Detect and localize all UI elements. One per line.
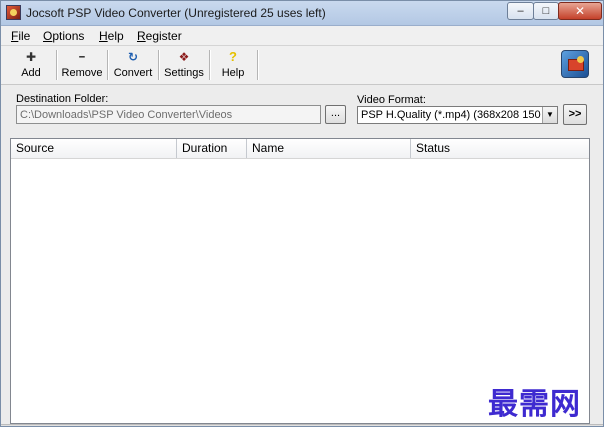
column-header-name[interactable]: Name — [247, 139, 411, 158]
toolbar-divider — [209, 50, 211, 80]
toolbar-divider — [158, 50, 160, 80]
video-format-label: Video Format: — [357, 94, 426, 106]
toolbar-divider — [56, 50, 58, 80]
minus-icon: ━ — [79, 52, 85, 62]
maximize-button[interactable]: □ — [533, 2, 559, 20]
column-header-duration[interactable]: Duration — [177, 139, 247, 158]
column-header-source[interactable]: Source — [11, 139, 177, 158]
minimize-button[interactable]: – — [507, 2, 534, 20]
chevron-down-icon[interactable]: ▼ — [542, 107, 557, 123]
menu-register[interactable]: Register — [137, 29, 182, 43]
video-format-value: PSP H.Quality (*.mp4) (368x208 1500 Kbs) — [361, 109, 541, 121]
plus-icon: ✚ — [25, 50, 37, 64]
settings-button[interactable]: ❖ Settings — [162, 48, 206, 82]
question-icon: ? — [229, 49, 237, 64]
watermark: 最需网 — [488, 387, 581, 422]
destination-folder-label: Destination Folder: — [16, 93, 109, 105]
list-header: Source Duration Name Status — [11, 139, 589, 159]
help-button-label: Help — [221, 67, 245, 79]
title-bar[interactable]: Jocsoft PSP Video Converter (Unregistere… — [1, 1, 603, 26]
jocsoft-logo-icon[interactable] — [561, 50, 589, 78]
close-button[interactable]: ✕ — [558, 2, 602, 20]
toolbar-divider — [257, 50, 259, 80]
convert-button-label: Convert — [113, 67, 153, 79]
destination-folder-input[interactable] — [16, 105, 321, 124]
app-icon[interactable] — [6, 5, 21, 20]
toolbar: ✚ Add ━ Remove ↻ Convert ❖ Settings ? He… — [1, 46, 603, 85]
menu-options[interactable]: Options — [43, 29, 84, 43]
add-button-label: Add — [21, 67, 41, 79]
main-window: Jocsoft PSP Video Converter (Unregistere… — [0, 0, 604, 427]
convert-button[interactable]: ↻ Convert — [111, 48, 155, 82]
settings-button-label: Settings — [164, 67, 204, 79]
refresh-icon: ↻ — [127, 50, 139, 64]
add-button[interactable]: ✚ Add — [9, 48, 53, 82]
menu-bar: File Options Help Register — [1, 26, 603, 46]
toolbar-divider — [107, 50, 109, 80]
video-format-select[interactable]: PSP H.Quality (*.mp4) (368x208 1500 Kbs)… — [357, 106, 558, 124]
menu-help[interactable]: Help — [99, 29, 124, 43]
menu-file[interactable]: File — [11, 29, 30, 43]
browse-button[interactable]: ... — [325, 105, 346, 124]
window-title: Jocsoft PSP Video Converter (Unregistere… — [26, 6, 326, 20]
help-button[interactable]: ? Help — [213, 48, 253, 82]
column-header-status[interactable]: Status — [411, 139, 589, 158]
remove-button[interactable]: ━ Remove — [60, 48, 104, 82]
film-settings-icon: ❖ — [178, 50, 190, 64]
format-options-button[interactable]: >> — [563, 104, 587, 125]
remove-button-label: Remove — [61, 67, 103, 79]
